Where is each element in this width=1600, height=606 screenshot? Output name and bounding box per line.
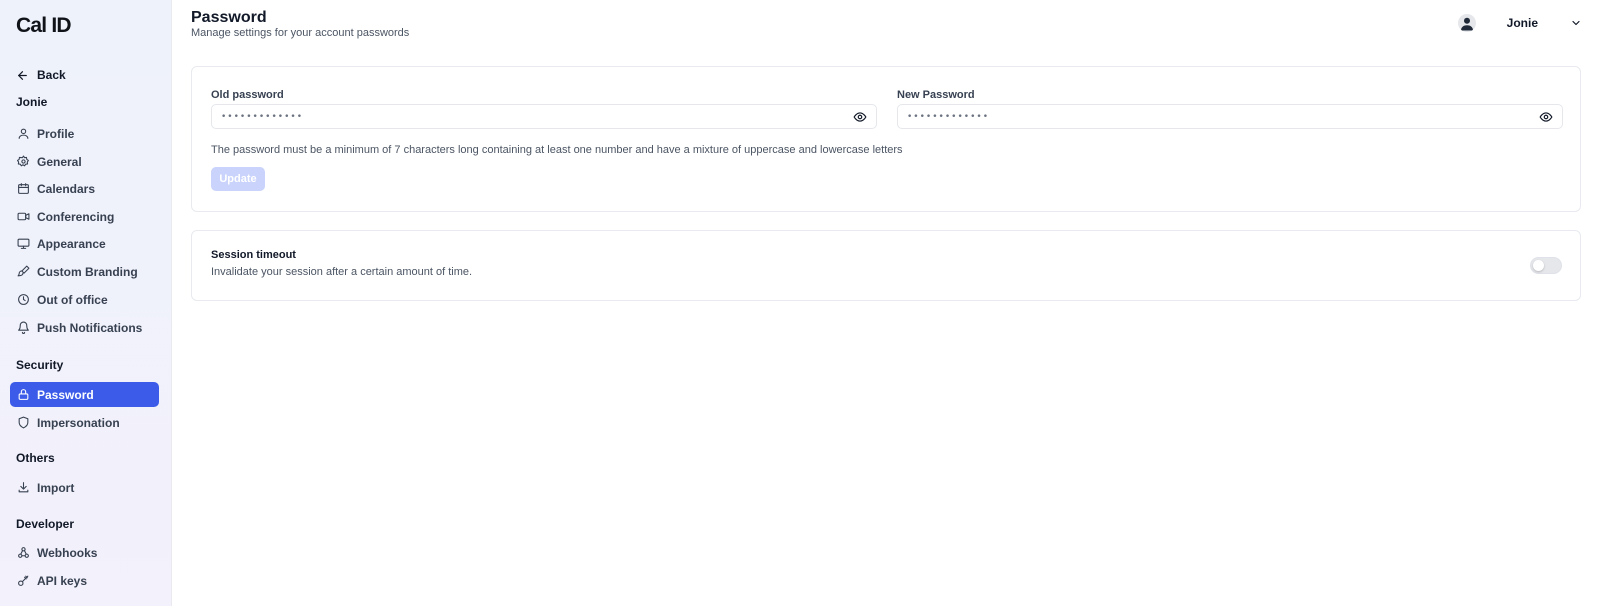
chevron-down-icon xyxy=(1572,20,1580,26)
sidebar-item-appearance[interactable]: Appearance xyxy=(10,231,159,256)
eye-icon[interactable] xyxy=(853,110,867,124)
avatar xyxy=(1457,14,1476,32)
sidebar-item-import[interactable]: Import xyxy=(10,475,159,500)
sidebar-item-push-notifications[interactable]: Push Notifications xyxy=(10,315,159,340)
old-password-label: Old password xyxy=(211,89,284,101)
session-timeout-toggle[interactable] xyxy=(1530,257,1562,274)
sidebar-item-label: Impersonation xyxy=(37,415,120,430)
password-card: Old password New Password The password m… xyxy=(191,66,1581,212)
sidebar-item-custom-branding[interactable]: Custom Branding xyxy=(10,259,159,284)
sidebar-item-impersonation[interactable]: Impersonation xyxy=(10,410,159,435)
old-password-input[interactable] xyxy=(212,105,853,128)
sidebar-item-api-keys[interactable]: API keys xyxy=(10,568,159,593)
sidebar-item-password[interactable]: Password xyxy=(10,382,159,407)
arrow-left-icon xyxy=(18,70,27,80)
webhook-icon xyxy=(18,547,29,558)
new-password-label: New Password xyxy=(897,89,975,101)
sidebar-item-webhooks[interactable]: Webhooks xyxy=(10,540,159,565)
user-name: Jonie xyxy=(1506,16,1538,30)
clock-icon xyxy=(18,294,29,305)
user-avatar-icon xyxy=(1460,17,1473,31)
page-title: Password xyxy=(191,9,267,26)
main-content: Password Manage settings for your accoun… xyxy=(172,0,1600,606)
sidebar-item-calendars[interactable]: Calendars xyxy=(10,176,159,201)
sidebar-item-label: Password xyxy=(37,387,94,402)
sidebar-item-conferencing[interactable]: Conferencing xyxy=(10,204,159,229)
old-password-field-wrapper xyxy=(211,104,877,129)
brush-icon xyxy=(17,265,30,277)
sidebar-item-label: Webhooks xyxy=(37,545,98,560)
session-timeout-title: Session timeout xyxy=(211,249,296,261)
sidebar: Cal ID Back Jonie Profile General Calend… xyxy=(0,0,172,606)
key-icon xyxy=(18,575,29,586)
sidebar-item-general[interactable]: General xyxy=(10,149,159,174)
sidebar-item-label: Conferencing xyxy=(37,209,115,224)
calendar-icon xyxy=(18,183,29,194)
sidebar-item-label: Profile xyxy=(37,126,75,141)
logo: Cal ID xyxy=(16,14,72,37)
back-label: Back xyxy=(37,68,66,82)
bell-icon xyxy=(18,321,29,334)
gear-icon xyxy=(17,155,29,167)
sidebar-item-out-of-office[interactable]: Out of office xyxy=(10,287,159,312)
page-subtitle: Manage settings for your account passwor… xyxy=(191,27,410,39)
sidebar-item-label: General xyxy=(37,154,82,169)
new-password-field-wrapper xyxy=(897,104,1563,129)
user-menu[interactable]: Jonie xyxy=(1457,14,1582,32)
sidebar-item-profile[interactable]: Profile xyxy=(10,121,159,146)
eye-icon[interactable] xyxy=(1539,110,1553,124)
session-timeout-description: Invalidate your session after a certain … xyxy=(211,266,473,278)
sidebar-group-security: Security xyxy=(16,358,64,372)
sidebar-item-label: Custom Branding xyxy=(37,264,138,279)
sidebar-group-others: Others xyxy=(16,451,55,465)
password-requirements-hint: The password must be a minimum of 7 char… xyxy=(211,144,903,156)
lock-icon xyxy=(18,389,29,400)
sidebar-item-label: Import xyxy=(37,480,75,495)
new-password-input[interactable] xyxy=(898,105,1539,128)
monitor-icon xyxy=(17,238,30,249)
sidebar-group-user: Jonie xyxy=(16,95,48,109)
user-icon xyxy=(18,128,29,139)
session-timeout-card: Session timeout Invalidate your session … xyxy=(191,230,1581,301)
video-icon xyxy=(17,212,30,221)
sidebar-item-label: Push Notifications xyxy=(37,320,143,335)
toggle-knob xyxy=(1533,260,1544,271)
download-icon xyxy=(18,482,29,493)
sidebar-item-label: API keys xyxy=(37,573,88,588)
shield-icon xyxy=(18,416,29,429)
sidebar-group-developer: Developer xyxy=(16,517,75,531)
update-button[interactable]: Update xyxy=(211,167,265,191)
sidebar-item-label: Appearance xyxy=(37,236,106,251)
sidebar-item-label: Calendars xyxy=(37,181,96,196)
sidebar-item-label: Out of office xyxy=(37,292,108,307)
back-link[interactable]: Back xyxy=(16,68,66,82)
